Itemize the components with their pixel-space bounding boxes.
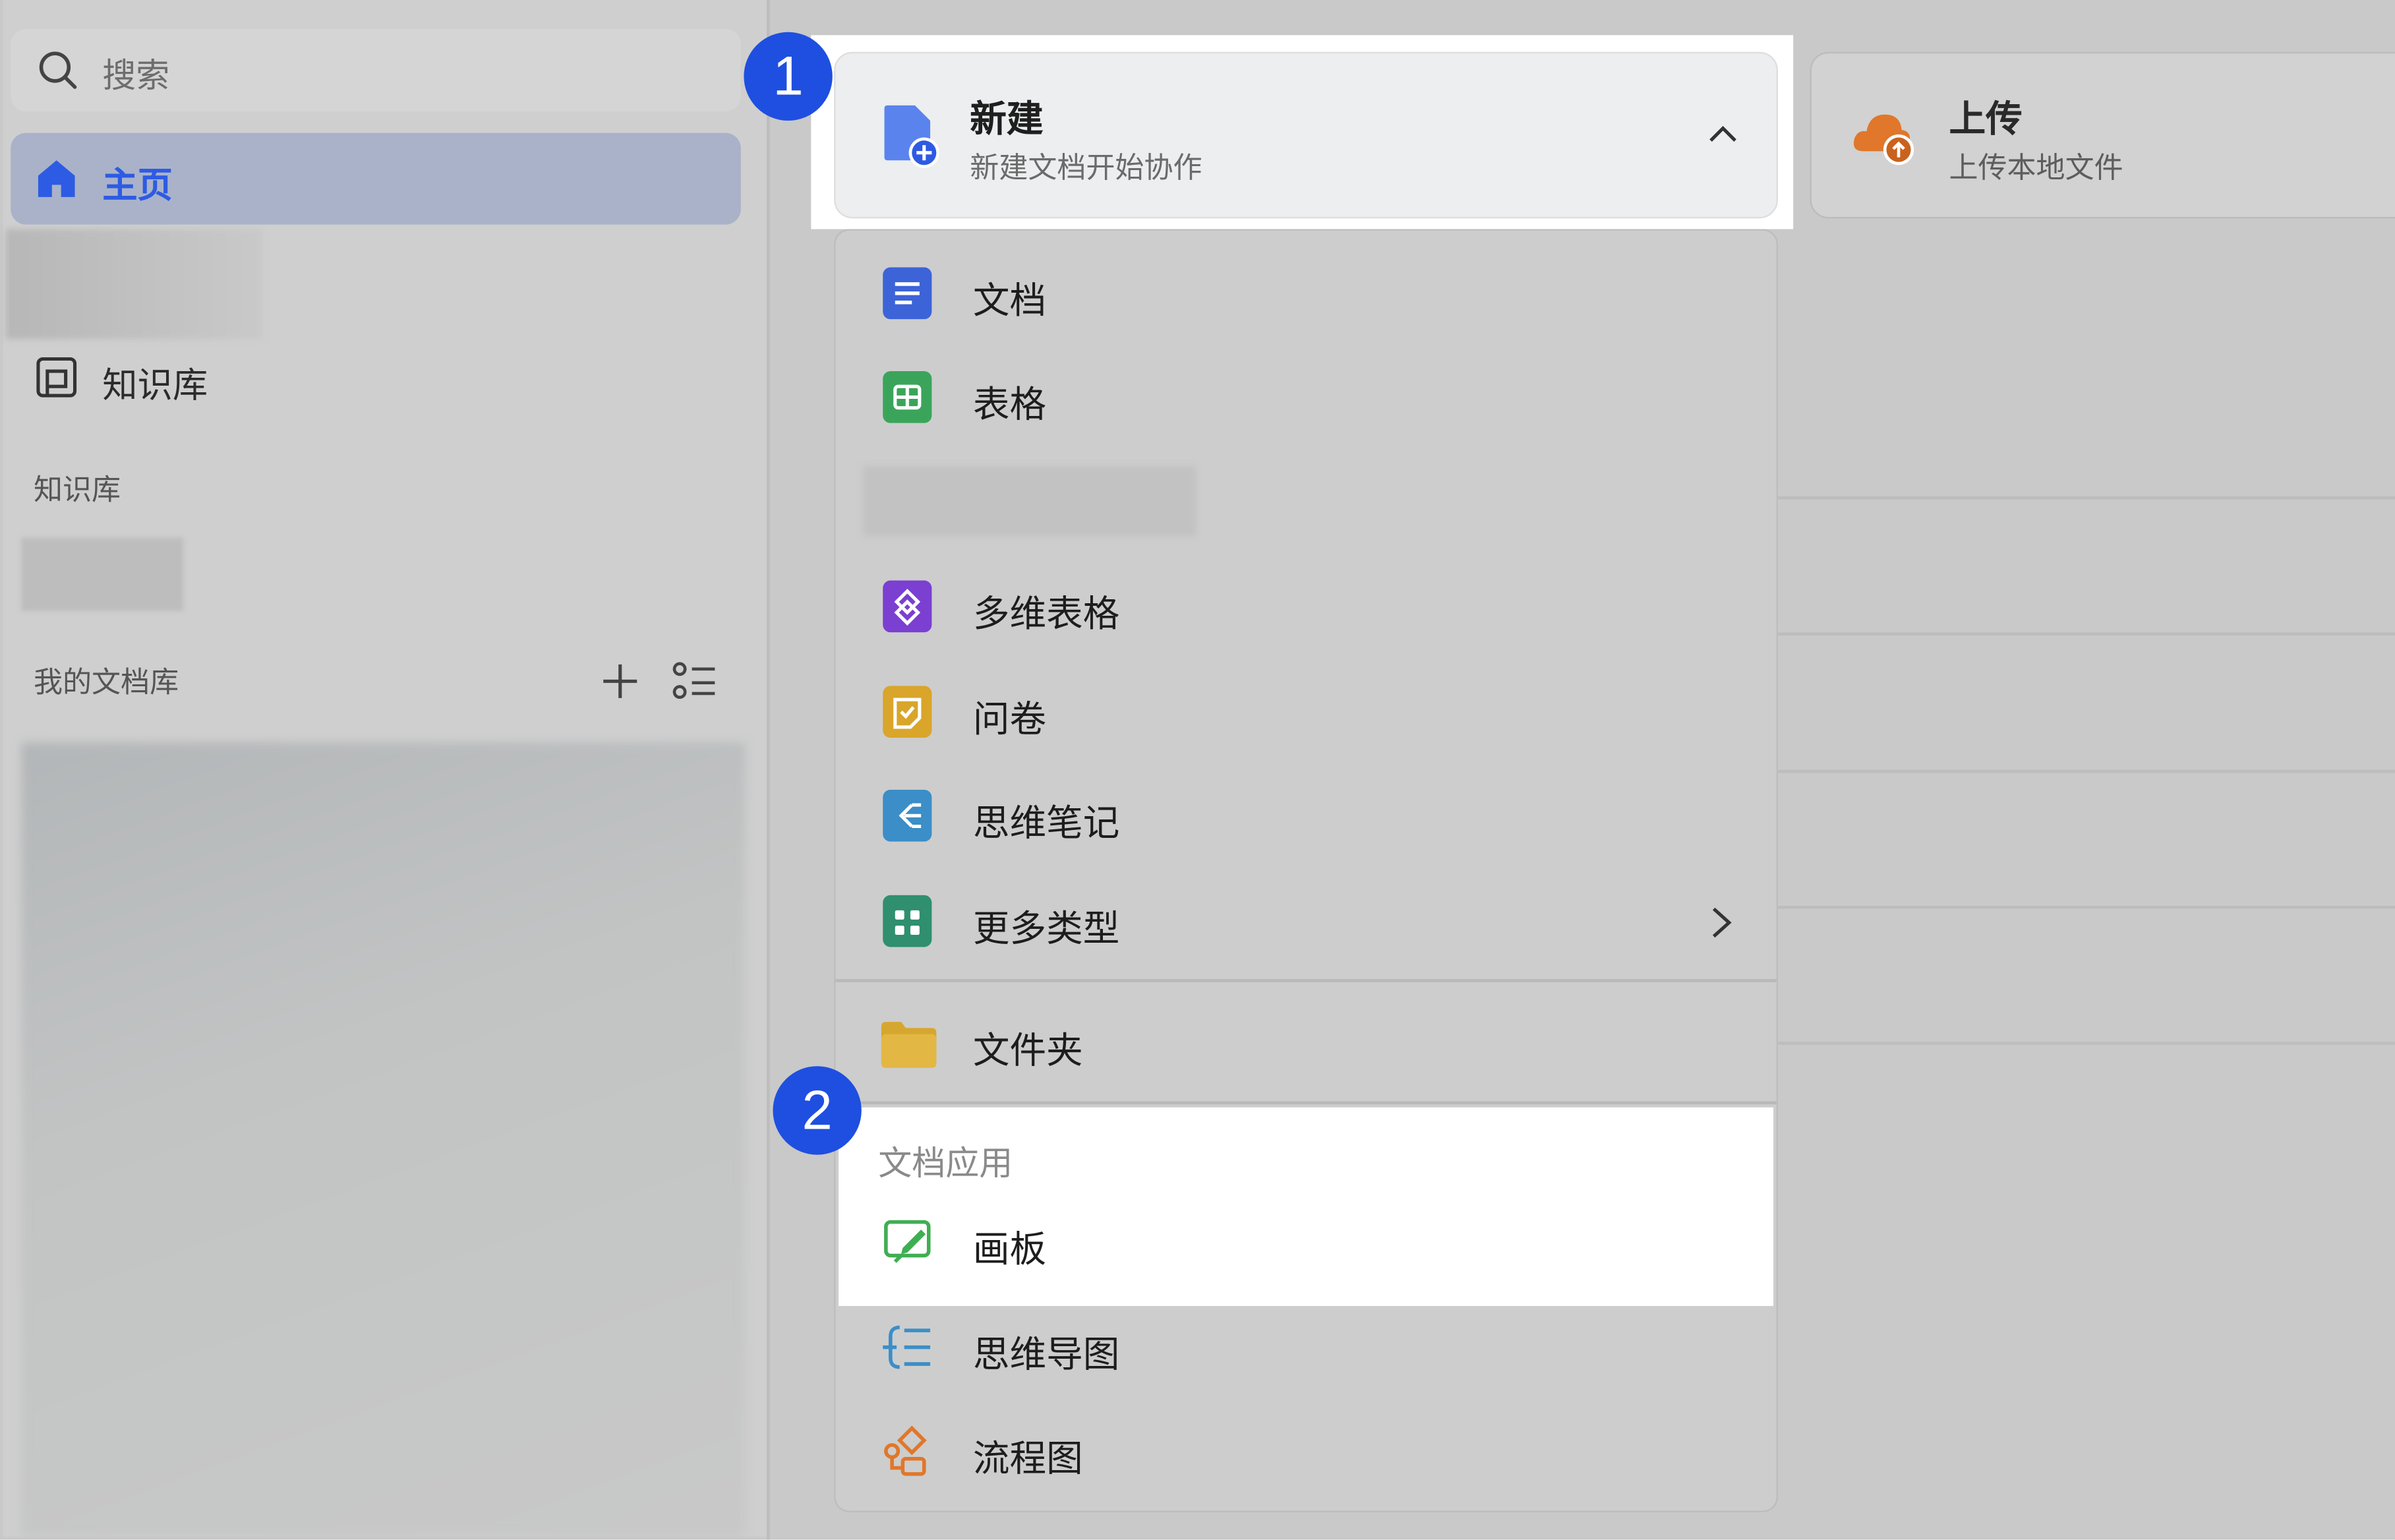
menu-item-more-types[interactable]: 更多类型 xyxy=(835,869,1776,973)
chevron-right-icon xyxy=(1712,907,1732,938)
search-placeholder: 搜索 xyxy=(102,58,170,96)
menu-item-base[interactable]: 多维表格 xyxy=(835,554,1776,659)
row-divider xyxy=(1776,769,2395,773)
sidebar: 搜索 主页 知识库 知识库 我的文档库 xyxy=(3,0,767,1537)
menu-item-label: 多维表格 xyxy=(972,592,1120,636)
whiteboard-icon xyxy=(884,1220,931,1263)
divider xyxy=(767,0,770,1540)
section-title-doc-apps: 文档应用 xyxy=(878,1145,1013,1184)
list-view-icon[interactable] xyxy=(672,660,718,703)
menu-item-label: 文件夹 xyxy=(972,1029,1083,1073)
home-icon xyxy=(38,160,75,197)
section-title-my-docs: 我的文档库 xyxy=(33,666,179,700)
menu-item-mindnote[interactable]: 思维笔记 xyxy=(835,764,1776,868)
menu-item-label: 思维导图 xyxy=(972,1333,1120,1377)
menu-divider xyxy=(835,1101,1777,1105)
menu-item-folder[interactable]: 文件夹 xyxy=(835,992,1776,1096)
menu-item-label: 更多类型 xyxy=(972,907,1120,951)
flowchart-icon xyxy=(884,1425,927,1476)
sidebar-item-label: 主页 xyxy=(102,166,173,206)
new-title: 新建 xyxy=(970,98,1044,141)
add-icon[interactable] xyxy=(599,660,641,703)
search-icon xyxy=(39,51,77,89)
menu-item-whiteboard[interactable]: 画板 xyxy=(835,1190,1776,1294)
knowledge-base-icon xyxy=(36,357,77,398)
menu-item-doc[interactable]: 文档 xyxy=(835,241,1776,345)
menu-item-sheet[interactable]: 表格 xyxy=(835,345,1776,450)
row-divider xyxy=(1776,496,2395,500)
sidebar-item-home[interactable]: 主页 xyxy=(11,133,741,225)
menu-item-flowchart[interactable]: 流程图 xyxy=(835,1399,1776,1503)
new-button[interactable]: 新建 新建文档开始协作 xyxy=(834,51,1778,219)
search-input[interactable]: 搜索 xyxy=(11,29,741,112)
survey-icon xyxy=(883,686,932,738)
upload-title: 上传 xyxy=(1949,98,2023,141)
more-types-icon xyxy=(883,895,932,947)
base-icon xyxy=(883,580,932,633)
doc-icon xyxy=(883,267,932,320)
menu-item-label: 流程图 xyxy=(972,1437,1083,1481)
upload-subtitle: 上传本地文件 xyxy=(1949,151,2123,185)
row-divider xyxy=(1776,632,2395,636)
sheet-icon xyxy=(883,371,932,423)
mindmap-icon xyxy=(883,1325,931,1369)
sidebar-item-knowledge-base[interactable]: 知识库 xyxy=(11,336,741,422)
folder-icon xyxy=(881,1022,937,1068)
new-dropdown-menu: 文档 表格 多维表格 问卷 思维笔记 更多类型 文件夹 文档应用 画板 思维导图… xyxy=(834,229,1778,1512)
blurred-content xyxy=(21,537,184,611)
sidebar-item-label: 知识库 xyxy=(102,367,208,407)
cloud-upload-icon xyxy=(1853,114,1914,165)
step-badge-2: 2 xyxy=(773,1066,862,1155)
menu-item-survey[interactable]: 问卷 xyxy=(835,660,1776,764)
chevron-up-icon xyxy=(1709,126,1736,142)
blurred-content xyxy=(21,742,746,1537)
upload-button[interactable]: 上传 上传本地文件 xyxy=(1810,51,2395,219)
new-subtitle: 新建文档开始协作 xyxy=(970,151,1202,185)
menu-item-label: 思维笔记 xyxy=(972,802,1120,845)
blurred-content xyxy=(6,229,263,340)
menu-divider xyxy=(835,979,1777,982)
menu-item-label: 文档 xyxy=(972,280,1047,322)
menu-item-label: 表格 xyxy=(972,383,1047,427)
mindnote-icon xyxy=(883,789,932,842)
blurred-menu-item xyxy=(863,465,1197,537)
step-badge-1: 1 xyxy=(744,32,833,121)
row-divider xyxy=(1776,1042,2395,1045)
menu-item-mindmap[interactable]: 思维导图 xyxy=(835,1295,1776,1400)
section-title-knowledge-base: 知识库 xyxy=(33,473,121,508)
row-divider xyxy=(1776,905,2395,909)
menu-item-label: 画板 xyxy=(972,1228,1047,1271)
new-doc-icon xyxy=(884,105,939,168)
menu-item-label: 问卷 xyxy=(972,697,1047,741)
